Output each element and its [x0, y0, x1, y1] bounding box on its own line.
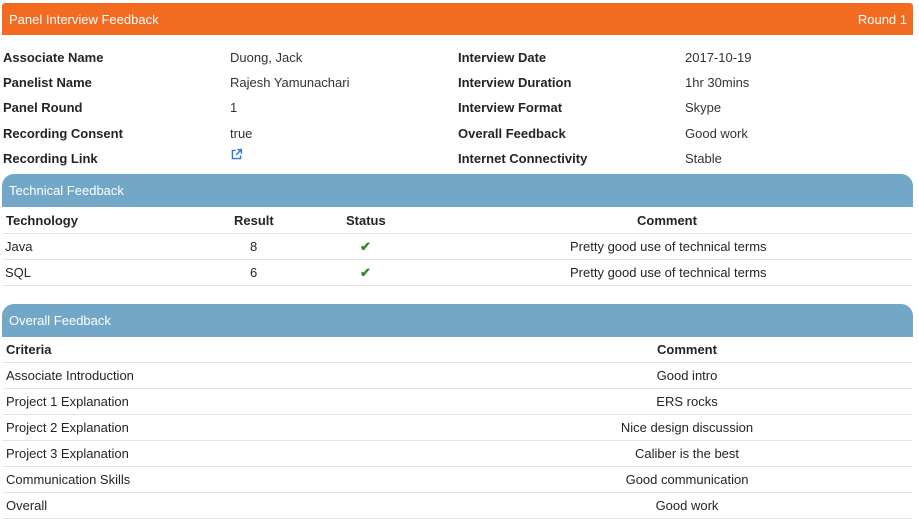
criteria-cell: Project 2 Explanation [6, 420, 129, 435]
table-row: Java 8 ✔ Pretty good use of technical te… [3, 234, 912, 260]
recording-consent-label: Recording Consent [3, 126, 123, 141]
info-row: Recording Link Internet Connectivity Sta… [3, 148, 913, 170]
info-row: Associate Name Duong, Jack Interview Dat… [3, 47, 913, 69]
associate-name-value: Duong, Jack [230, 50, 303, 65]
check-icon: ✔ [360, 265, 371, 280]
overall-feedback-header: Overall Feedback [2, 304, 913, 337]
result-cell: 8 [250, 239, 258, 254]
comment-cell: Good communication [625, 472, 749, 487]
interview-duration-label: Interview Duration [458, 75, 572, 90]
info-row: Recording Consent true Overall Feedback … [3, 123, 913, 145]
info-row: Panelist Name Rajesh Yamunachari Intervi… [3, 72, 913, 94]
technology-cell: Java [5, 239, 33, 254]
criteria-cell: Overall [6, 498, 48, 513]
criteria-cell: Communication Skills [6, 472, 131, 487]
panel-header: Panel Interview Feedback Round 1 [2, 3, 913, 35]
round-label: Round 1 [857, 11, 907, 27]
table-row: Associate Introduction Good intro [3, 363, 912, 389]
comment-cell: Nice design discussion [620, 420, 754, 435]
table-header-row: Criteria Comment [3, 337, 912, 363]
recording-consent-value: true [230, 126, 253, 141]
table-row: Communication Skills Good communication [3, 467, 912, 493]
technical-feedback-header: Technical Feedback [2, 174, 913, 207]
table-row: SQL 6 ✔ Pretty good use of technical ter… [3, 260, 912, 286]
criteria-column-header: Criteria [6, 342, 52, 357]
external-link-icon[interactable] [230, 148, 243, 164]
criteria-cell: Associate Introduction [6, 368, 134, 383]
recording-link-label: Recording Link [3, 151, 98, 166]
comment-cell: Pretty good use of technical terms [570, 239, 767, 254]
technical-feedback-title: Technical Feedback [9, 183, 124, 198]
result-column-header: Result [234, 213, 274, 228]
comment-column-header: Comment [637, 213, 697, 228]
comment-column-header: Comment [657, 342, 717, 357]
internet-connectivity-label: Internet Connectivity [458, 151, 588, 166]
comment-cell: Good work [655, 498, 719, 513]
table-row: Project 2 Explanation Nice design discus… [3, 415, 912, 441]
result-cell: 6 [250, 265, 258, 280]
overall-feedback-title: Overall Feedback [9, 313, 111, 328]
interview-date-value: 2017-10-19 [685, 50, 752, 65]
interview-date-label: Interview Date [458, 50, 547, 65]
table-row: Overall Good work [3, 493, 912, 519]
info-row: Panel Round 1 Interview Format Skype [3, 97, 913, 119]
technology-cell: SQL [5, 265, 32, 280]
panel-round-label: Panel Round [3, 100, 83, 115]
overall-feedback-label: Overall Feedback [458, 126, 566, 141]
criteria-cell: Project 3 Explanation [6, 446, 129, 461]
interview-format-label: Interview Format [458, 100, 563, 115]
criteria-cell: Project 1 Explanation [6, 394, 129, 409]
panelist-name-value: Rajesh Yamunachari [230, 75, 350, 90]
table-header-row: Technology Result Status Comment [3, 208, 912, 234]
technology-column-header: Technology [6, 213, 78, 228]
panel-title: Panel Interview Feedback [9, 11, 159, 27]
comment-cell: Good intro [656, 368, 718, 383]
internet-connectivity-value: Stable [685, 151, 722, 166]
interview-format-value: Skype [685, 100, 722, 115]
interview-duration-value: 1hr 30mins [685, 75, 750, 90]
recording-link[interactable] [230, 148, 243, 164]
check-icon: ✔ [360, 239, 371, 254]
associate-name-label: Associate Name [3, 50, 104, 65]
comment-cell: Pretty good use of technical terms [570, 265, 767, 280]
panel-feedback-page: Panel Interview Feedback Round 1 Associa… [0, 0, 919, 527]
panel-round-value: 1 [230, 100, 238, 115]
overall-feedback-value: Good work [685, 126, 748, 141]
panelist-name-label: Panelist Name [3, 75, 92, 90]
status-column-header: Status [346, 213, 386, 228]
comment-cell: Caliber is the best [634, 446, 740, 461]
table-row: Project 3 Explanation Caliber is the bes… [3, 441, 912, 467]
comment-cell: ERS rocks [656, 394, 718, 409]
table-row: Project 1 Explanation ERS rocks [3, 389, 912, 415]
